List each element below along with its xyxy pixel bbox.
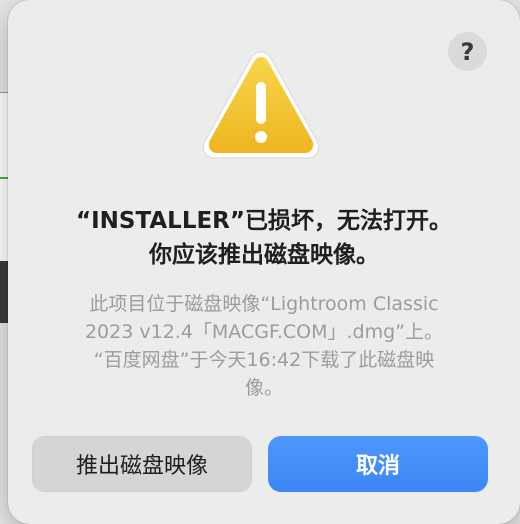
- help-button[interactable]: ?: [448, 32, 487, 71]
- cancel-button-label: 取消: [355, 454, 400, 479]
- question-mark-icon: ?: [460, 37, 475, 66]
- warning-triangle-icon: [202, 51, 320, 159]
- alert-message-line-1: 此项目位于磁盘映像“Lightroom Classic: [89, 293, 439, 315]
- alert-message-line-2: 2023 v12.4「MACGF.COM」.dmg”上。: [84, 321, 444, 343]
- eject-disk-image-button[interactable]: 推出磁盘映像: [32, 436, 252, 492]
- alert-message-line-4: 像。: [244, 377, 283, 399]
- alert-title-line-2: 你应该推出磁盘映像。: [149, 242, 379, 268]
- cancel-button[interactable]: 取消: [268, 436, 488, 492]
- alert-title: “INSTALLER”已损坏，无法打开。 你应该推出磁盘映像。: [8, 204, 520, 272]
- alert-title-line-1: “INSTALLER”已损坏，无法打开。: [75, 208, 453, 234]
- eject-button-label: 推出磁盘映像: [75, 454, 208, 479]
- alert-dialog: ? “INSTALLER”已损坏，无法打开。 你应该推出磁盘映像。 此项目位于磁…: [8, 0, 520, 524]
- alert-message-line-3: “百度网盘”于今天16:42下载了此磁盘映: [93, 349, 435, 371]
- alert-message: 此项目位于磁盘映像“Lightroom Classic 2023 v12.4「M…: [8, 290, 520, 402]
